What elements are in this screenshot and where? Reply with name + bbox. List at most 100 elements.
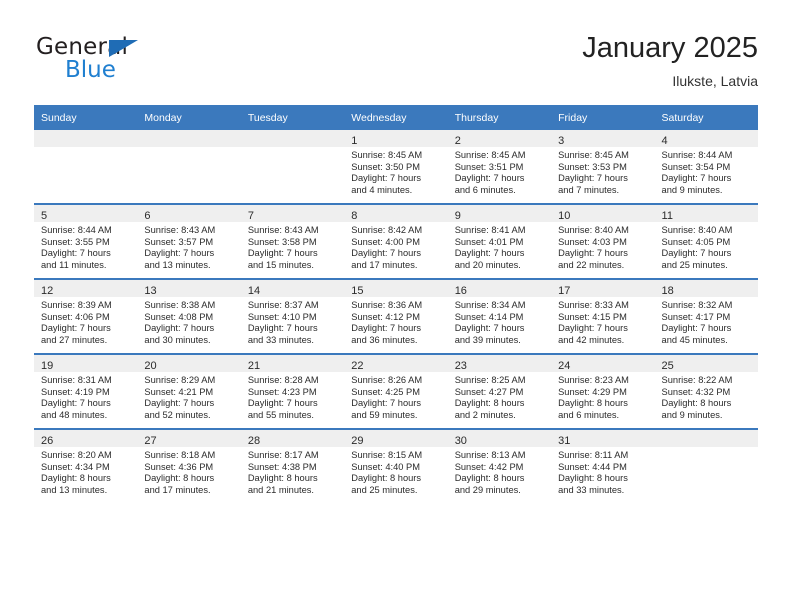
calendar-day-cell[interactable]: 16 Sunrise: 8:34 AM Sunset: 4:14 PM Dayligh… (447, 278, 552, 354)
calendar-day-cell[interactable]: 28 Sunrise: 8:17 AM Sunset: 4:38 PM Dayligh… (240, 428, 345, 503)
weekday-header-monday: Monday (137, 105, 241, 130)
day-details: Sunrise: 8:18 AM Sunset: 4:36 PM Daylight:… (137, 447, 240, 496)
daylight-text-line2: and 27 minutes. (41, 334, 108, 345)
sunrise-text: Sunrise: 8:39 AM (41, 300, 112, 310)
day-details: Sunrise: 8:28 AM Sunset: 4:23 PM Daylight:… (241, 372, 344, 421)
day-number-band: 26 (34, 430, 138, 447)
day-number-band: 9 (447, 205, 552, 222)
daylight-text-line2: and 22 minutes. (558, 259, 625, 270)
day-details: Sunrise: 8:45 AM Sunset: 3:50 PM Daylight:… (344, 147, 447, 196)
sunrise-text: Sunrise: 8:18 AM (144, 450, 216, 460)
calendar-day-cell[interactable]: 12 Sunrise: 8:39 AM Sunset: 4:06 PM Dayligh… (34, 278, 138, 354)
day-cell-content: 16 Sunrise: 8:34 AM Sunset: 4:14 PM Dayligh… (447, 280, 552, 353)
day-details: Sunrise: 8:38 AM Sunset: 4:08 PM Daylight:… (137, 297, 240, 346)
daylight-text-line1: Daylight: 8 hours (558, 473, 628, 484)
daylight-text-line1: Daylight: 7 hours (41, 398, 111, 409)
day-cell-content: 30 Sunrise: 8:13 AM Sunset: 4:42 PM Dayligh… (447, 430, 552, 503)
day-number: 23 (454, 360, 467, 372)
calendar-day-cell[interactable]: 14 Sunrise: 8:37 AM Sunset: 4:10 PM Dayligh… (240, 278, 345, 354)
calendar-day-cell[interactable]: 22 Sunrise: 8:26 AM Sunset: 4:25 PM Dayligh… (344, 353, 448, 429)
day-number-band: 31 (551, 430, 655, 447)
calendar-day-cell[interactable]: 6 Sunrise: 8:43 AM Sunset: 3:57 PM Daylight… (137, 203, 241, 279)
day-details: Sunrise: 8:45 AM Sunset: 3:51 PM Daylight:… (448, 147, 551, 196)
sunset-text: Sunset: 4:05 PM (661, 236, 731, 247)
calendar-day-cell[interactable]: 13 Sunrise: 8:38 AM Sunset: 4:08 PM Dayligh… (137, 278, 241, 354)
day-cell-content: 8 Sunrise: 8:42 AM Sunset: 4:00 PM Daylight… (344, 205, 448, 278)
calendar-day-cell[interactable]: 19 Sunrise: 8:31 AM Sunset: 4:19 PM Dayligh… (34, 353, 138, 429)
daylight-text-line1: Daylight: 7 hours (144, 398, 215, 409)
sunset-text: Sunset: 4:01 PM (454, 236, 524, 247)
day-number-band: 6 (137, 205, 241, 222)
calendar-day-cell[interactable]: 21 Sunrise: 8:28 AM Sunset: 4:23 PM Dayligh… (240, 353, 345, 429)
sunrise-text: Sunrise: 8:32 AM (661, 300, 733, 310)
calendar-day-cell[interactable]: 3 Sunrise: 8:45 AM Sunset: 3:53 PM Daylight… (551, 130, 655, 204)
calendar-day-cell[interactable]: 11 Sunrise: 8:40 AM Sunset: 4:05 PM Dayligh… (654, 203, 758, 279)
logo-triangle-icon (109, 40, 138, 57)
day-number: 17 (558, 285, 571, 297)
daylight-text-line1: Daylight: 8 hours (351, 473, 422, 484)
calendar-body: 1 Sunrise: 8:45 AM Sunset: 3:50 PM Daylight… (34, 130, 758, 503)
calendar-day-cell[interactable]: 31 Sunrise: 8:11 AM Sunset: 4:44 PM Dayligh… (551, 428, 655, 503)
calendar-day-cell[interactable]: 17 Sunrise: 8:33 AM Sunset: 4:15 PM Dayligh… (551, 278, 655, 354)
calendar-day-cell[interactable]: 9 Sunrise: 8:41 AM Sunset: 4:01 PM Daylight… (447, 203, 552, 279)
day-cell-content: 14 Sunrise: 8:37 AM Sunset: 4:10 PM Dayligh… (240, 280, 345, 353)
day-number: 24 (558, 360, 571, 372)
sunset-text: Sunset: 3:55 PM (41, 236, 110, 247)
day-number-band: 25 (654, 355, 758, 372)
sunset-text: Sunset: 4:42 PM (454, 461, 524, 472)
sunset-text: Sunset: 4:15 PM (558, 311, 627, 322)
daylight-text-line2: and 7 minutes. (558, 184, 620, 195)
calendar-day-cell[interactable]: 23 Sunrise: 8:25 AM Sunset: 4:27 PM Dayligh… (447, 353, 552, 429)
daylight-text-line2: and 21 minutes. (247, 484, 314, 495)
calendar-day-cell[interactable]: 18 Sunrise: 8:32 AM Sunset: 4:17 PM Dayligh… (654, 278, 758, 354)
calendar-day-cell-empty (654, 428, 758, 503)
sunrise-text: Sunrise: 8:38 AM (144, 300, 216, 310)
calendar-day-cell[interactable]: 25 Sunrise: 8:22 AM Sunset: 4:32 PM Dayligh… (654, 353, 758, 429)
weekday-header-thursday: Thursday (447, 105, 552, 130)
daylight-text-line1: Daylight: 7 hours (144, 323, 215, 334)
general-blue-logo[interactable]: General Blue (34, 32, 254, 94)
daylight-text-line2: and 25 minutes. (351, 484, 418, 495)
calendar-day-cell[interactable]: 26 Sunrise: 8:20 AM Sunset: 4:34 PM Dayligh… (34, 428, 138, 503)
day-number: 15 (351, 285, 364, 297)
calendar-week-row: 5 Sunrise: 8:44 AM Sunset: 3:55 PM Daylight… (34, 203, 758, 279)
calendar-day-cell[interactable]: 7 Sunrise: 8:43 AM Sunset: 3:58 PM Daylight… (240, 203, 345, 279)
day-number: 9 (454, 210, 461, 222)
calendar-day-cell[interactable]: 10 Sunrise: 8:40 AM Sunset: 4:03 PM Dayligh… (551, 203, 655, 279)
day-cell-content: 23 Sunrise: 8:25 AM Sunset: 4:27 PM Dayligh… (447, 355, 552, 428)
day-cell-content: 1 Sunrise: 8:45 AM Sunset: 3:50 PM Daylight… (344, 130, 448, 203)
calendar-day-cell[interactable]: 4 Sunrise: 8:44 AM Sunset: 3:54 PM Daylight… (654, 130, 758, 204)
day-details: Sunrise: 8:39 AM Sunset: 4:06 PM Daylight:… (34, 297, 137, 346)
sunrise-text: Sunrise: 8:40 AM (661, 225, 733, 235)
day-number: 29 (351, 435, 364, 447)
calendar-day-cell[interactable]: 5 Sunrise: 8:44 AM Sunset: 3:55 PM Daylight… (34, 203, 138, 279)
page-subtitle: Ilukste, Latvia (672, 73, 758, 89)
calendar-day-cell[interactable]: 15 Sunrise: 8:36 AM Sunset: 4:12 PM Dayligh… (344, 278, 448, 354)
day-cell-content: 7 Sunrise: 8:43 AM Sunset: 3:58 PM Daylight… (240, 205, 345, 278)
calendar-day-cell[interactable]: 27 Sunrise: 8:18 AM Sunset: 4:36 PM Dayligh… (137, 428, 241, 503)
daylight-text-line1: Daylight: 7 hours (454, 323, 525, 334)
sunrise-text: Sunrise: 8:13 AM (454, 450, 526, 460)
logo-text-blue: Blue (65, 57, 116, 83)
daylight-text-line2: and 25 minutes. (661, 259, 728, 270)
day-cell-content: 19 Sunrise: 8:31 AM Sunset: 4:19 PM Dayligh… (34, 355, 138, 428)
sunrise-text: Sunrise: 8:11 AM (558, 450, 629, 460)
day-details: Sunrise: 8:34 AM Sunset: 4:14 PM Daylight:… (448, 297, 551, 346)
calendar-day-cell[interactable]: 30 Sunrise: 8:13 AM Sunset: 4:42 PM Dayligh… (447, 428, 552, 503)
calendar-day-cell[interactable]: 8 Sunrise: 8:42 AM Sunset: 4:00 PM Daylight… (344, 203, 448, 279)
calendar-day-cell[interactable]: 2 Sunrise: 8:45 AM Sunset: 3:51 PM Daylight… (447, 130, 552, 204)
calendar-day-cell[interactable]: 20 Sunrise: 8:29 AM Sunset: 4:21 PM Dayligh… (137, 353, 241, 429)
sunset-text: Sunset: 4:03 PM (558, 236, 627, 247)
calendar-week-row: 19 Sunrise: 8:31 AM Sunset: 4:19 PM Dayligh… (34, 353, 758, 429)
day-number-band: 27 (137, 430, 241, 447)
day-number-band: 1 (344, 130, 448, 147)
sunrise-text: Sunrise: 8:41 AM (454, 225, 526, 235)
calendar-day-cell[interactable]: 29 Sunrise: 8:15 AM Sunset: 4:40 PM Dayligh… (344, 428, 448, 503)
sunset-text: Sunset: 4:10 PM (247, 311, 317, 322)
calendar-day-cell[interactable]: 1 Sunrise: 8:45 AM Sunset: 3:50 PM Daylight… (344, 130, 448, 204)
day-cell-content: 11 Sunrise: 8:40 AM Sunset: 4:05 PM Dayligh… (654, 205, 758, 278)
sunset-text: Sunset: 3:57 PM (144, 236, 214, 247)
sunset-text: Sunset: 4:19 PM (41, 386, 110, 397)
calendar-day-cell[interactable]: 24 Sunrise: 8:23 AM Sunset: 4:29 PM Dayligh… (551, 353, 655, 429)
day-number-band: 19 (34, 355, 138, 372)
